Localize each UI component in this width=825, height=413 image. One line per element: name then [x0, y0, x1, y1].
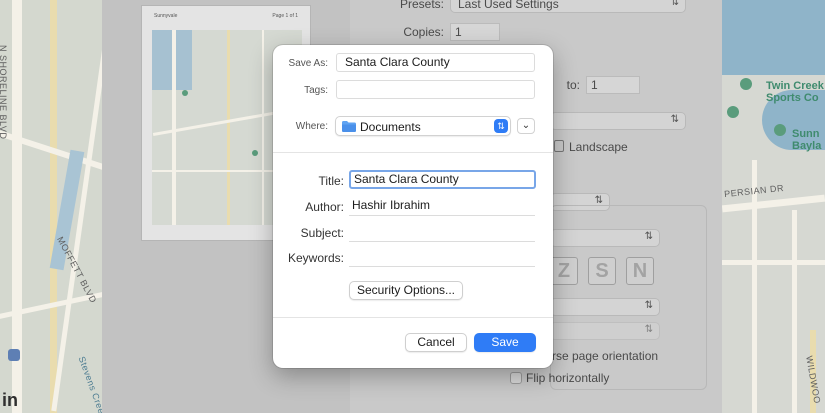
landscape-label: Landscape [569, 140, 628, 154]
reverse-orientation-label: rse page orientation [552, 349, 659, 363]
cancel-button[interactable]: Cancel [405, 333, 467, 352]
landscape-orientation-icon[interactable] [554, 140, 564, 152]
street-label-wildwood: WILDWOO [804, 355, 823, 405]
security-options-button[interactable]: Security Options... [349, 281, 463, 300]
tags-label: Tags: [304, 85, 328, 96]
copies-value: 1 [455, 25, 462, 39]
save-as-label: Save As: [288, 58, 328, 69]
preview-page-count: Page 1 of 1 [272, 13, 298, 19]
expand-chevron-down-icon[interactable]: ⌄ [517, 118, 535, 134]
transit-icon [8, 349, 20, 361]
page-to-field[interactable]: 1 [586, 76, 640, 94]
subject-label: Subject: [300, 226, 344, 240]
chevron-updown-icon: ⇅ [494, 119, 508, 133]
dialog-divider [273, 317, 553, 318]
layout-direction-n-icon[interactable]: N [626, 257, 654, 285]
page-to-value: 1 [591, 78, 598, 92]
keywords-label: Keywords: [287, 251, 344, 265]
paper-size-popup[interactable]: ⇅ [550, 112, 686, 130]
poi-sunnyvale-baylands: Sunn Bayla [792, 128, 822, 152]
chevron-updown-icon: ⇅ [670, 114, 679, 125]
layout-direction-z-icon[interactable]: Z [550, 257, 578, 285]
title-input[interactable]: Santa Clara County [349, 170, 536, 189]
park-icon [740, 78, 752, 90]
save-as-input[interactable]: Santa Clara County [336, 53, 535, 72]
park-icon [774, 124, 786, 136]
presets-label: Presets: [399, 0, 444, 11]
subject-input[interactable] [349, 223, 535, 242]
dialog-divider [273, 152, 553, 153]
where-value: Documents [360, 120, 421, 134]
two-sided-popup[interactable]: ⇅ [550, 322, 660, 340]
folder-icon [342, 121, 356, 132]
title-label: Title: [318, 174, 344, 188]
author-label: Author: [305, 200, 344, 214]
copies-field[interactable]: 1 [450, 23, 500, 41]
save-button[interactable]: Save [474, 333, 536, 352]
poi-twin-creek: Twin Creek Sports Co [766, 80, 824, 104]
tags-input[interactable] [336, 80, 535, 99]
author-input[interactable]: Hashir Ibrahim [349, 197, 535, 216]
keywords-input[interactable] [349, 248, 535, 267]
flip-horizontally-checkbox[interactable] [510, 372, 522, 384]
copies-label: Copies: [403, 25, 444, 39]
presets-value: Last Used Settings [458, 0, 559, 11]
chevron-updown-icon: ⇅ [644, 231, 653, 242]
chevron-updown-icon: ⇅ [670, 0, 679, 8]
chevron-updown-icon: ⇅ [644, 324, 653, 335]
save-pdf-dialog: Save As: Santa Clara County Tags: Where:… [273, 45, 553, 368]
pages-per-sheet-popup[interactable]: ⇅ [550, 229, 660, 247]
where-label: Where: [295, 121, 328, 132]
presets-popup[interactable]: Last Used Settings ⇅ [450, 0, 686, 13]
preview-title: Sunnyvale [154, 13, 178, 19]
where-popup[interactable]: Documents ⇅ [335, 116, 511, 136]
border-popup[interactable]: ⇅ [550, 298, 660, 316]
street-label-shoreline: N SHORELINE BLVD [0, 45, 8, 140]
flip-horizontally-label: Flip horizontally [526, 371, 610, 385]
layout-direction-s-icon[interactable]: S [588, 257, 616, 285]
map-right-area: Twin Creek Sports Co Sunn Bayla PERSIAN … [722, 0, 825, 413]
chevron-updown-icon: ⇅ [644, 300, 653, 311]
park-icon [727, 106, 739, 118]
linkedin-logo: in [2, 390, 18, 410]
